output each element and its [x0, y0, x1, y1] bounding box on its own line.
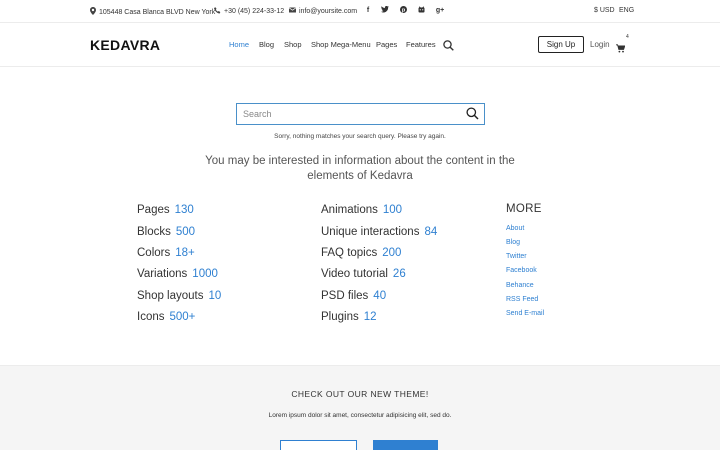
more-link-blog[interactable]: Blog: [506, 239, 520, 246]
stat-item[interactable]: Pages 130: [137, 204, 194, 216]
stat-value: 200: [382, 247, 402, 259]
map-marker-icon: [90, 7, 96, 17]
stat-value: 100: [382, 204, 403, 216]
stat-item[interactable]: Plugins 12: [321, 311, 377, 323]
stat-label: Video tutorial: [321, 268, 388, 280]
nav-shop-mega-menu[interactable]: Shop Mega-Menu: [311, 40, 371, 49]
stat-item[interactable]: Unique interactions 84: [321, 226, 437, 238]
stat-label: Icons: [137, 311, 165, 323]
stat-value: 26: [392, 268, 406, 280]
main-header: KEDAVRA Home Blog Shop Shop Mega-Menu Pa…: [0, 23, 720, 67]
nav-blog[interactable]: Blog: [259, 40, 274, 49]
stat-item[interactable]: Blocks 500: [137, 226, 195, 238]
no-results-message: Sorry, nothing matches your search query…: [274, 133, 446, 140]
more-heading: MORE: [506, 203, 542, 215]
stat-item[interactable]: Video tutorial 26: [321, 268, 406, 280]
promo-primary-button[interactable]: [373, 440, 438, 450]
promo-footer: CHECK OUT OUR NEW THEME! Lorem ipsum dol…: [0, 365, 720, 450]
promo-title: CHECK OUT OUR NEW THEME!: [291, 389, 429, 399]
stat-item[interactable]: Animations 100: [321, 204, 402, 216]
stat-value: 10: [208, 290, 222, 302]
promo-text: Lorem ipsum dolor sit amet, consectetur …: [268, 412, 452, 419]
shopping-cart-icon[interactable]: [616, 40, 626, 53]
twitter-icon[interactable]: [380, 5, 390, 16]
stat-item[interactable]: Shop layouts 10: [137, 290, 221, 302]
stat-value: 18+: [175, 247, 195, 259]
search-icon[interactable]: [443, 38, 454, 51]
phone-info: +30 (45) 224-33-12: [214, 7, 284, 16]
stat-item[interactable]: FAQ topics 200: [321, 247, 401, 259]
address-info: 105448 Casa Blanca BLVD New York: [90, 7, 215, 17]
nav-pages[interactable]: Pages: [376, 40, 397, 49]
stat-label: Plugins: [321, 311, 359, 323]
search-submit-icon[interactable]: [466, 107, 479, 120]
phone-text: +30 (45) 224-33-12: [224, 8, 285, 15]
stat-value: 84: [424, 226, 438, 238]
more-link-rss-feed[interactable]: RSS Feed: [506, 296, 538, 303]
suggestion-heading: You may be interested in information abo…: [205, 155, 515, 182]
site-logo[interactable]: KEDAVRA: [90, 37, 160, 53]
stat-label: FAQ topics: [321, 247, 378, 259]
stat-label: Pages: [137, 204, 170, 216]
github-icon[interactable]: [416, 6, 426, 16]
stat-value: 12: [363, 311, 377, 323]
stat-label: Blocks: [137, 226, 171, 238]
more-link-twitter[interactable]: Twitter: [506, 253, 527, 260]
stat-label: Variations: [137, 268, 188, 280]
google-plus-icon[interactable]: g+: [435, 6, 445, 16]
stat-value: 40: [373, 290, 387, 302]
nav-shop[interactable]: Shop: [284, 40, 302, 49]
more-link-about[interactable]: About: [506, 225, 524, 232]
email-info[interactable]: info@yoursite.com: [288, 7, 357, 15]
stat-value: 500+: [169, 311, 196, 323]
login-link[interactable]: Login: [590, 40, 610, 49]
stat-label: Unique interactions: [321, 226, 420, 238]
stat-item[interactable]: PSD files 40: [321, 290, 386, 302]
stat-label: Colors: [137, 247, 171, 259]
nav-home[interactable]: Home: [229, 40, 249, 49]
nav-features[interactable]: Features: [406, 40, 436, 49]
email-text[interactable]: info@yoursite.com: [299, 8, 357, 15]
more-link-facebook[interactable]: Facebook: [506, 267, 537, 274]
currency-selector[interactable]: $ USD: [594, 7, 615, 14]
stat-label: Shop layouts: [137, 290, 204, 302]
more-link-send-email[interactable]: Send E-mail: [506, 310, 544, 317]
promo-outline-button[interactable]: [280, 440, 357, 450]
top-bar: 105448 Casa Blanca BLVD New York +30 (45…: [0, 0, 720, 23]
pinterest-icon[interactable]: p: [398, 6, 408, 16]
stat-value: 130: [174, 204, 194, 216]
stat-item[interactable]: Icons 500+: [137, 311, 195, 323]
facebook-icon[interactable]: f: [363, 6, 373, 16]
cart-count-badge: 4: [626, 34, 629, 40]
stat-item[interactable]: Variations 1000: [137, 268, 218, 280]
more-link-behance[interactable]: Behance: [506, 282, 534, 289]
stat-label: PSD files: [321, 290, 369, 302]
stat-value: 500: [175, 226, 196, 238]
address-text: 105448 Casa Blanca BLVD New York: [99, 8, 216, 16]
stat-value: 1000: [192, 268, 218, 280]
envelope-icon: [288, 7, 297, 15]
search-input[interactable]: [237, 104, 457, 124]
phone-icon: [214, 7, 221, 16]
search-form: [236, 103, 485, 125]
stat-item[interactable]: Colors 18+: [137, 247, 195, 259]
language-selector[interactable]: ENG: [619, 7, 634, 14]
sign-up-button[interactable]: Sign Up: [538, 36, 584, 53]
stat-label: Animations: [321, 204, 378, 216]
